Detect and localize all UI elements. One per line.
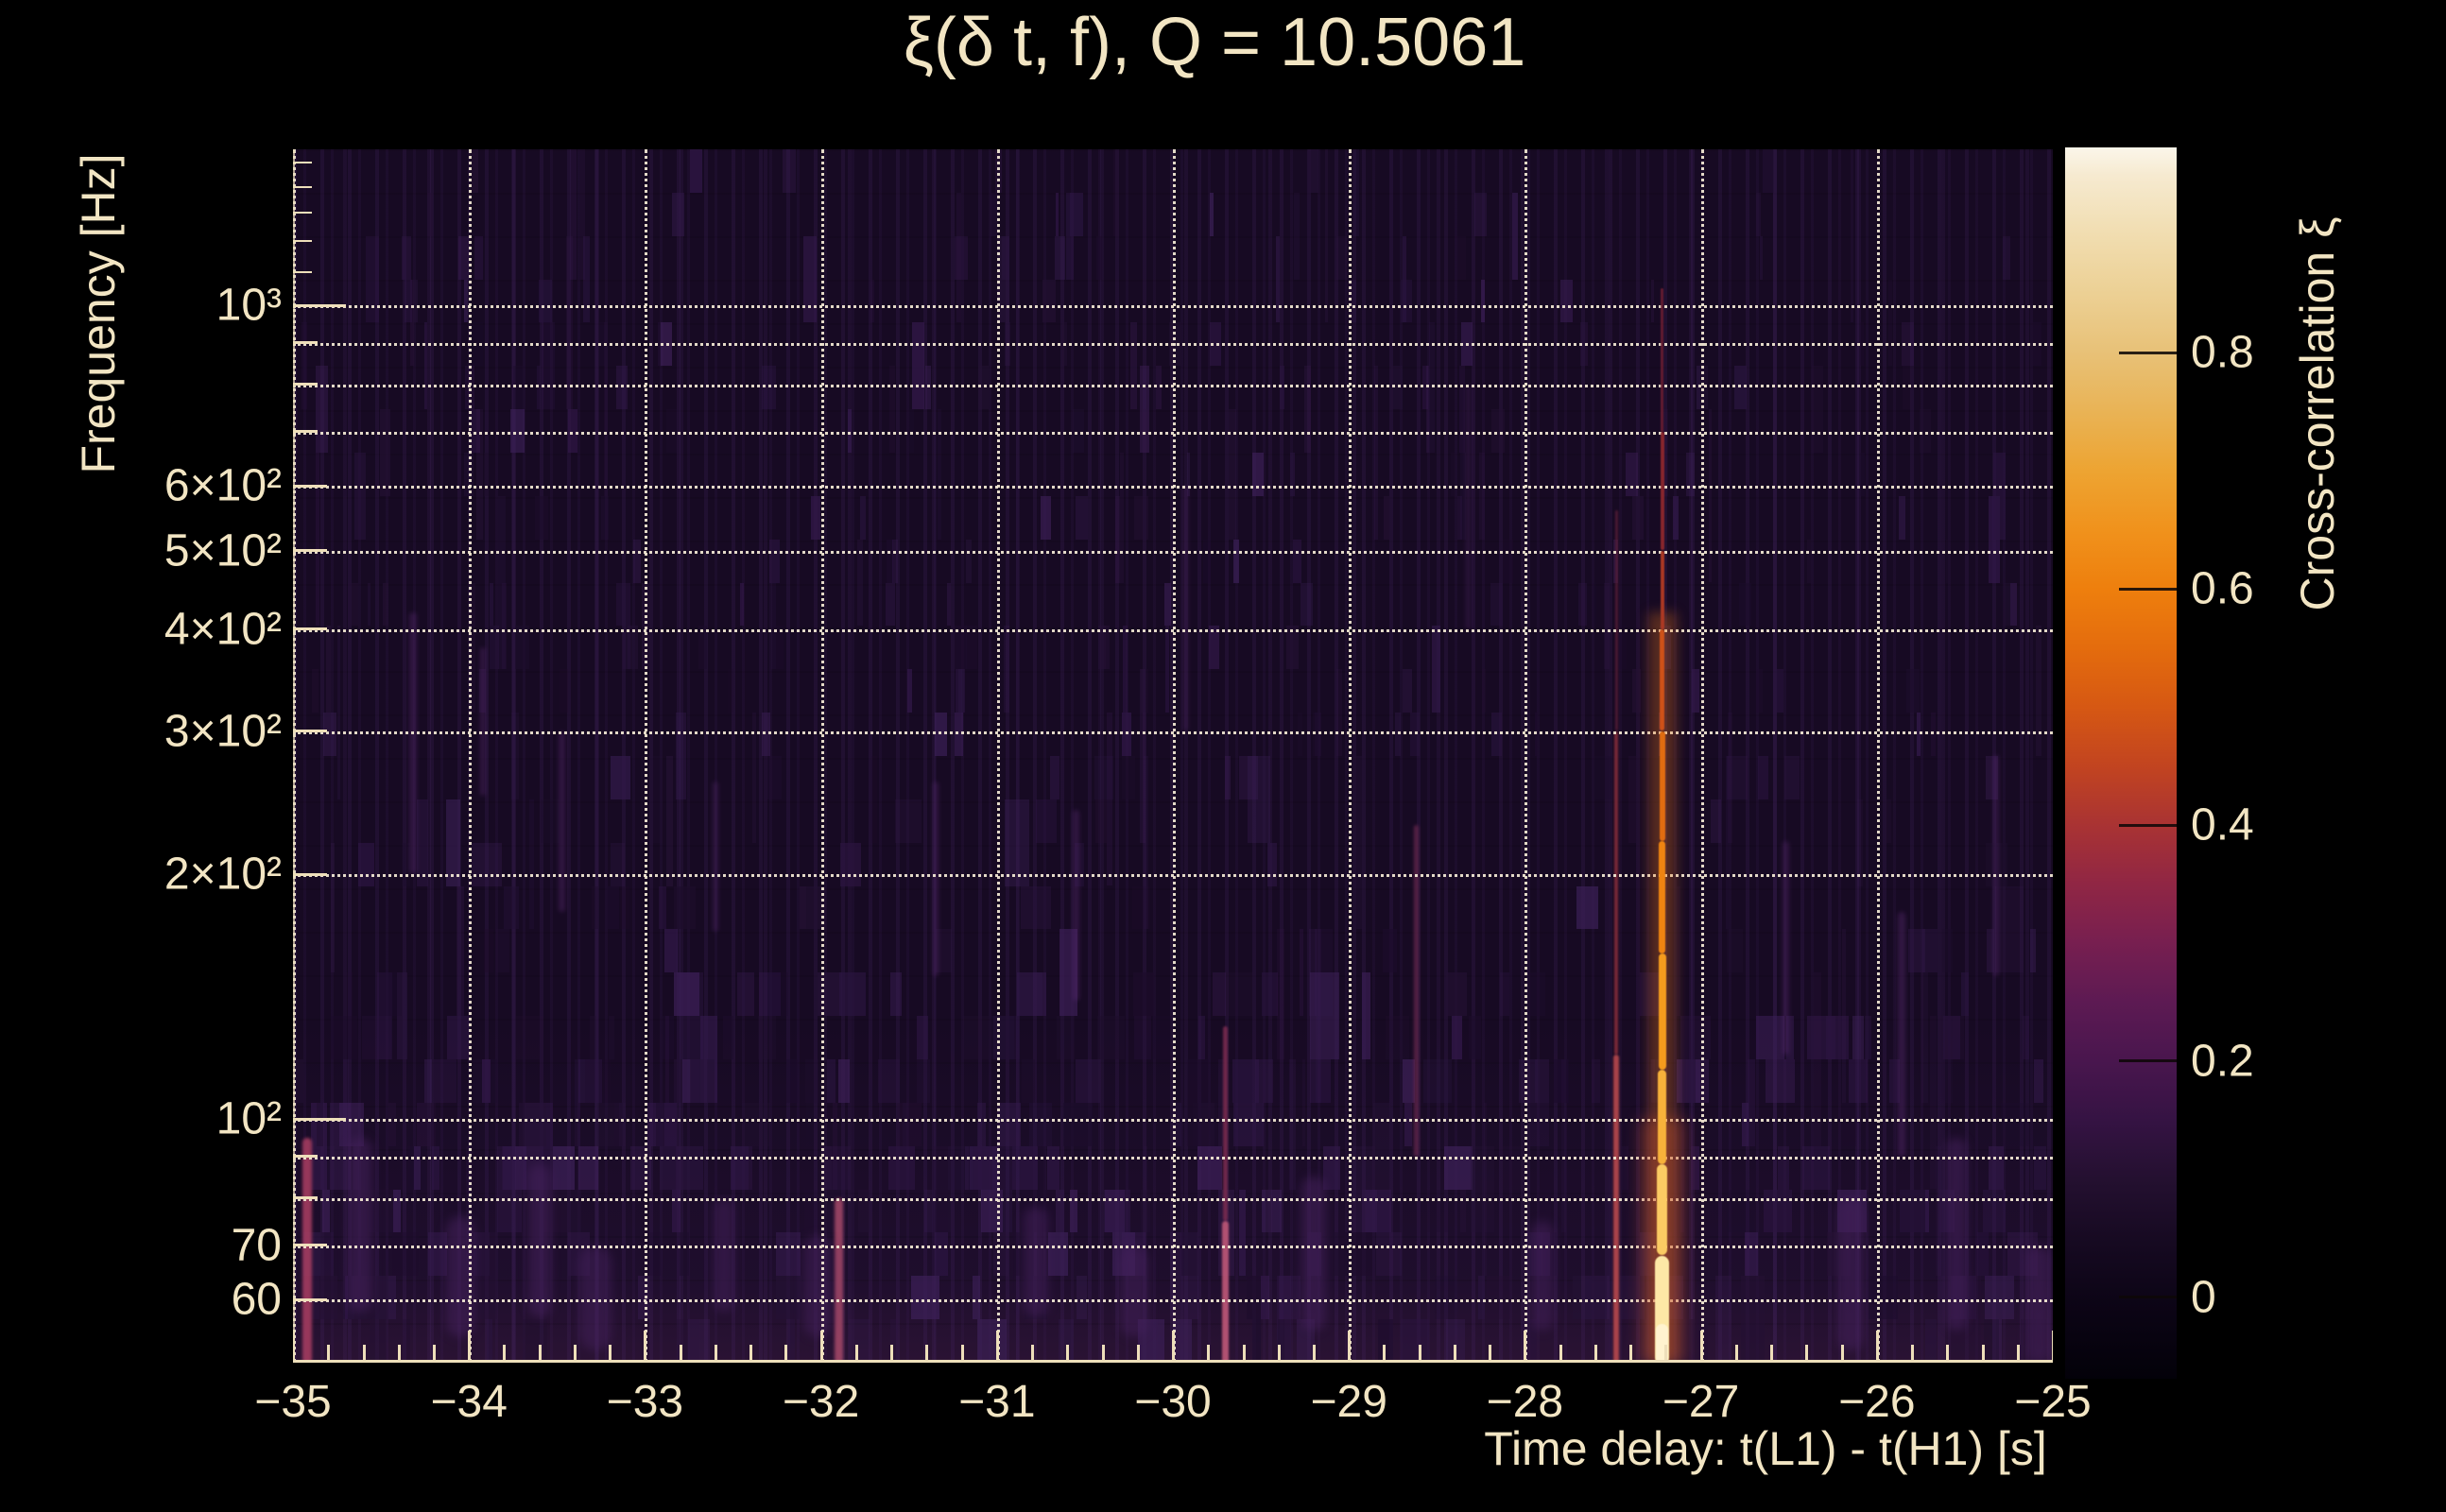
x-tick-label: −30 — [1134, 1377, 1212, 1427]
x-axis-line — [293, 1360, 2053, 1363]
x-tick-label: −33 — [606, 1377, 684, 1427]
colorbar-tick-label: 0.6 — [2191, 563, 2254, 614]
x-tick-label: −27 — [1662, 1377, 1740, 1427]
y-tick-label: 4×10² — [164, 604, 282, 655]
colorbar-tick — [2119, 1059, 2177, 1063]
axis-line-layer — [293, 149, 2053, 1363]
colorbar-tick-labels: 0.8 0.6 0.4 0.2 0 — [2191, 147, 2380, 1379]
cross-correlation-qscan-figure: ξ(δ t, f), Q = 10.5061 Frequency [Hz] −3… — [0, 0, 2446, 1512]
x-tick-label: −28 — [1486, 1377, 1564, 1427]
colorbar-tick-label: 0 — [2191, 1272, 2216, 1323]
colorbar — [2065, 147, 2177, 1379]
colorbar-tick — [2119, 351, 2177, 354]
y-tick-label: 70 — [231, 1220, 282, 1271]
y-tick-label: 6×10² — [164, 460, 282, 511]
x-tick-label: −25 — [2014, 1377, 2092, 1427]
y-tick-label: 10² — [215, 1093, 282, 1144]
y-tick-label: 10³ — [215, 280, 282, 331]
y-tick-label: 60 — [231, 1274, 282, 1325]
figure-title: ξ(δ t, f), Q = 10.5061 — [903, 5, 1526, 80]
heatmap-plot-area — [293, 149, 2053, 1363]
x-tick-label: −34 — [430, 1377, 508, 1427]
colorbar-tick-label: 0.8 — [2191, 327, 2254, 378]
x-axis-title: Time delay: t(L1) - t(H1) [s] — [1484, 1422, 2047, 1475]
colorbar-ticks — [2065, 147, 2177, 1379]
x-tick-label: −29 — [1310, 1377, 1387, 1427]
colorbar-tick — [2119, 823, 2177, 827]
colorbar-tick-label: 0.4 — [2191, 799, 2254, 850]
x-tick-label: −31 — [958, 1377, 1036, 1427]
colorbar-tick — [2119, 587, 2177, 591]
y-tick-label: 3×10² — [164, 706, 282, 756]
y-tick-label: 5×10² — [164, 525, 282, 576]
colorbar-tick — [2119, 1296, 2177, 1299]
colorbar-title: Cross-correlation ξ — [2291, 216, 2344, 611]
y-axis-line — [293, 149, 295, 1363]
x-tick-label: −35 — [254, 1377, 332, 1427]
colorbar-tick-label: 0.2 — [2191, 1036, 2254, 1087]
x-tick-label: −32 — [782, 1377, 860, 1427]
y-tick-label: 2×10² — [164, 849, 282, 900]
y-tick-labels: 10³ 6×10² 5×10² 4×10² 3×10² 2×10² 10² 70 60 — [0, 149, 282, 1363]
x-tick-label: −26 — [1838, 1377, 1916, 1427]
